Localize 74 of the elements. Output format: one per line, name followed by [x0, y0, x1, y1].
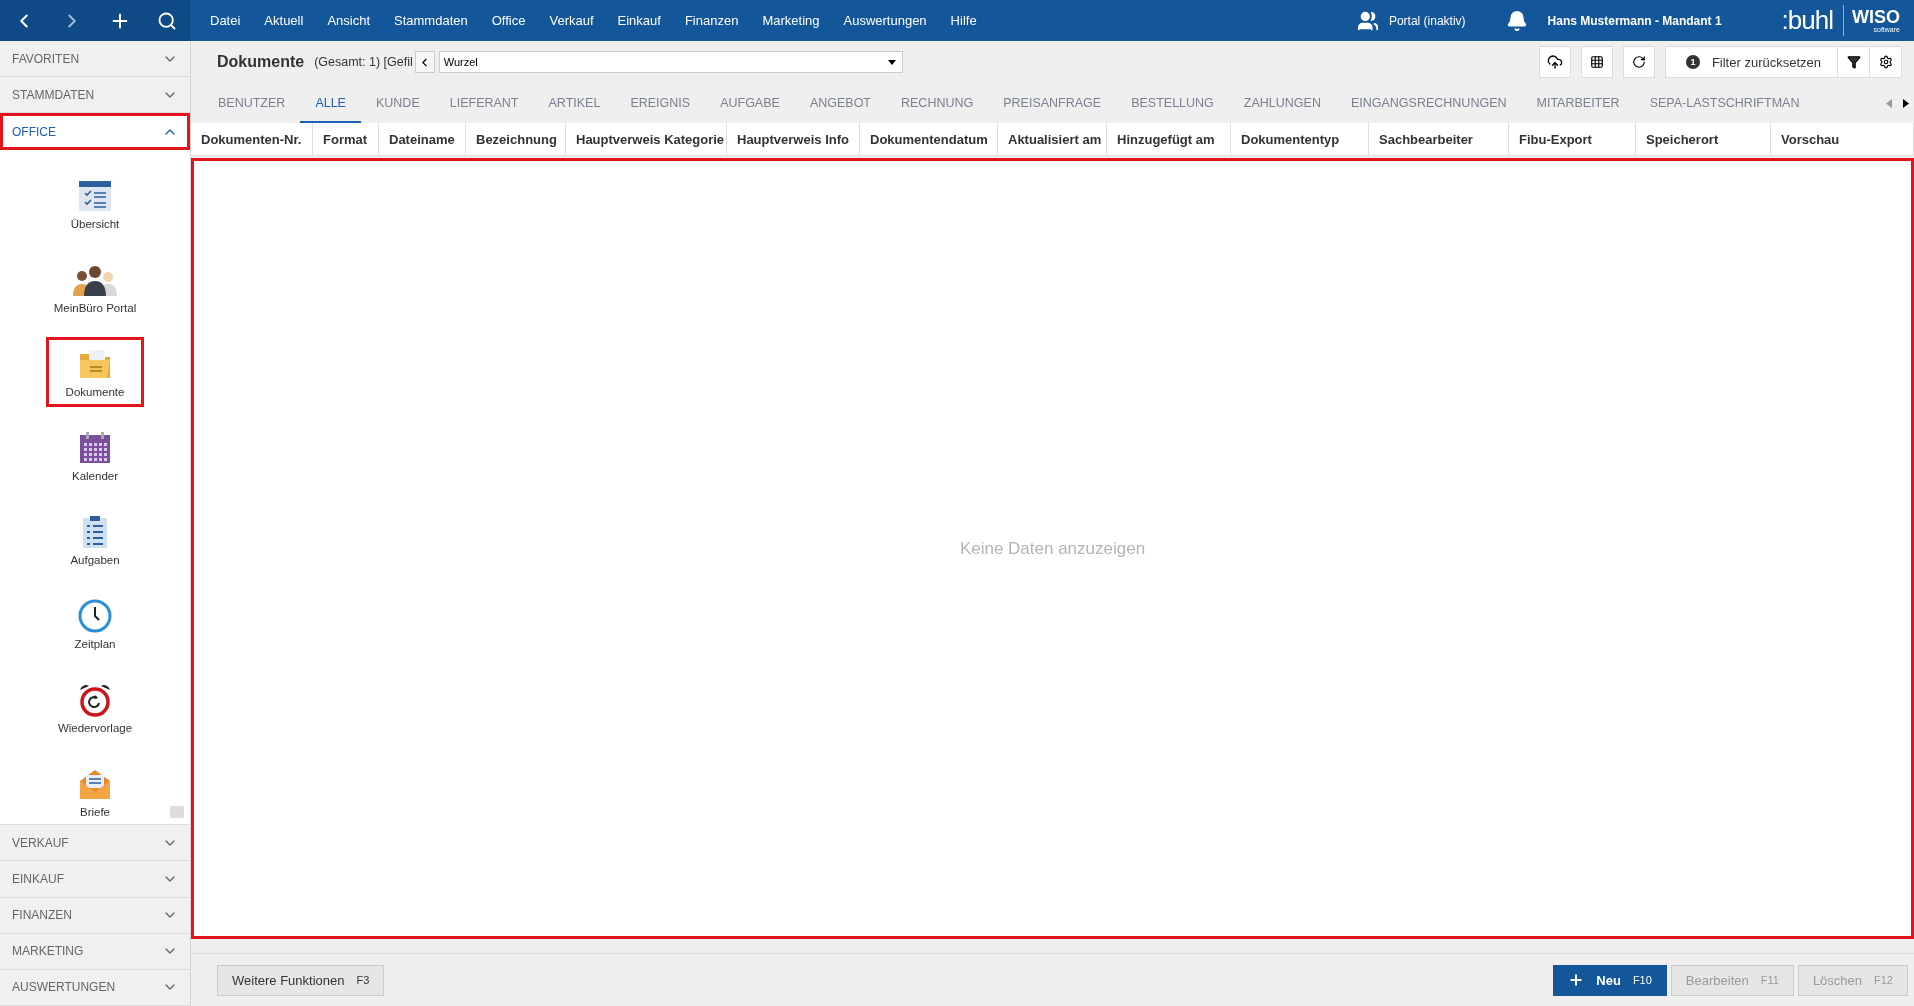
clock-icon — [77, 598, 113, 635]
column-header[interactable]: Hauptverweis Info — [727, 123, 860, 155]
column-header[interactable]: Dokumentendatum — [860, 123, 998, 155]
sidebar-item[interactable]: Zeitplan — [45, 592, 145, 657]
user-name[interactable]: Hans Mustermann - Mandant 1 — [1547, 13, 1722, 28]
tab[interactable]: EINGANGSRECHNUNGEN — [1335, 83, 1522, 123]
menu-item[interactable]: Finanzen — [672, 13, 751, 28]
menu-item[interactable]: Einkauf — [605, 13, 673, 28]
record-count: (Gesamt: 1) [Gefil — [314, 55, 413, 69]
tab[interactable]: KUNDE — [360, 83, 435, 123]
column-header[interactable]: Speicherort — [1636, 123, 1771, 155]
grid-button[interactable] — [1580, 46, 1613, 78]
filter-button[interactable] — [1838, 46, 1870, 78]
column-header[interactable]: Dateiname — [379, 123, 466, 155]
grid-icon — [1589, 55, 1604, 69]
sidebar-item[interactable]: Übersicht — [45, 172, 145, 237]
sidebar-section-header[interactable]: AUSWERTUNGEN — [0, 969, 190, 1006]
menu-item[interactable]: Auswertungen — [831, 13, 939, 28]
menu-item[interactable]: Office — [479, 13, 538, 28]
column-header[interactable]: Dokumenten-Nr. — [191, 123, 313, 155]
settings-icon — [1878, 55, 1893, 69]
sidebar-item[interactable]: Briefe — [45, 760, 145, 825]
caret-down-icon — [887, 59, 896, 65]
folder-dropdown[interactable]: Wurzel — [438, 51, 903, 73]
scroll-right-icon[interactable] — [1902, 98, 1909, 108]
cloud-upload-button[interactable] — [1538, 46, 1571, 78]
column-header[interactable]: Sachbearbeiter — [1369, 123, 1509, 155]
sidebar-item[interactable]: Wiedervorlage — [45, 676, 145, 741]
menu-item[interactable]: Verkauf — [537, 13, 606, 28]
column-header[interactable]: Aktualisiert am — [998, 123, 1107, 155]
sidebar-section-header[interactable]: OFFICE — [0, 113, 190, 151]
empty-message: Keine Daten anzuzeigen — [959, 538, 1146, 559]
people-icon[interactable] — [1356, 9, 1379, 32]
more-functions-button[interactable]: Weitere Funktionen F3 — [217, 964, 385, 996]
sidebar-section-header[interactable]: STAMMDATEN — [0, 77, 190, 114]
action-button[interactable]: Neu F10 — [1553, 964, 1667, 996]
column-header[interactable]: Hinzugefügt am — [1107, 123, 1231, 155]
page-title: Dokumente — [217, 53, 305, 71]
sidebar-item[interactable]: MeinBüro Portal — [45, 256, 145, 321]
bell-icon[interactable] — [1505, 9, 1528, 32]
menu-item[interactable]: Stammdaten — [382, 13, 480, 28]
column-header[interactable]: Vorschau — [1771, 123, 1914, 155]
sidebar-section-header[interactable]: FINANZEN — [0, 897, 190, 934]
filter-icon — [1846, 55, 1861, 69]
sidebar-section-header[interactable]: VERKAUF — [0, 825, 190, 862]
logo-text: :buhl — [1781, 5, 1844, 36]
sidebar-section-header[interactable]: EINKAUF — [0, 861, 190, 898]
logo-text: WISO — [1852, 8, 1900, 26]
filter-reset-button[interactable]: 1 Filter zurücksetzen — [1664, 46, 1838, 78]
sidebar-section-header[interactable]: FAVORITEN — [0, 41, 190, 78]
alarm-clock-icon — [77, 682, 113, 719]
menu-item[interactable]: Aktuell — [252, 13, 316, 28]
tab[interactable]: ALLE — [300, 83, 361, 123]
menu-item[interactable]: Marketing — [750, 13, 832, 28]
menu-item[interactable]: Ansicht — [315, 13, 383, 28]
sidebar-item[interactable]: Dokumente — [49, 340, 141, 405]
back-button[interactable] — [414, 51, 435, 73]
refresh-button[interactable] — [1622, 46, 1655, 78]
column-header[interactable]: Fibu-Export — [1509, 123, 1636, 155]
column-header[interactable]: Format — [313, 123, 379, 155]
search-icon — [157, 10, 177, 31]
column-header[interactable]: Hauptverweis Kategorie — [566, 123, 727, 155]
column-header[interactable]: Bezeichnung — [466, 123, 566, 155]
cloud-upload-icon — [1546, 54, 1563, 70]
sidebar-section-header[interactable]: MARKETING — [0, 933, 190, 970]
column-header[interactable]: Dokumententyp — [1231, 123, 1369, 155]
portal-status[interactable]: Portal (inaktiv) — [1388, 13, 1466, 28]
menu-item[interactable]: Datei — [198, 13, 253, 28]
tab[interactable]: SEPA-LASTSCHRIFTMAN — [1634, 83, 1815, 123]
sidebar-item[interactable]: Aufgaben — [45, 508, 145, 573]
settings-button[interactable] — [1870, 46, 1902, 78]
refresh-icon — [1631, 55, 1646, 69]
menu-item[interactable]: Hilfe — [938, 13, 989, 28]
sidebar-item[interactable]: Kalender — [45, 424, 145, 489]
